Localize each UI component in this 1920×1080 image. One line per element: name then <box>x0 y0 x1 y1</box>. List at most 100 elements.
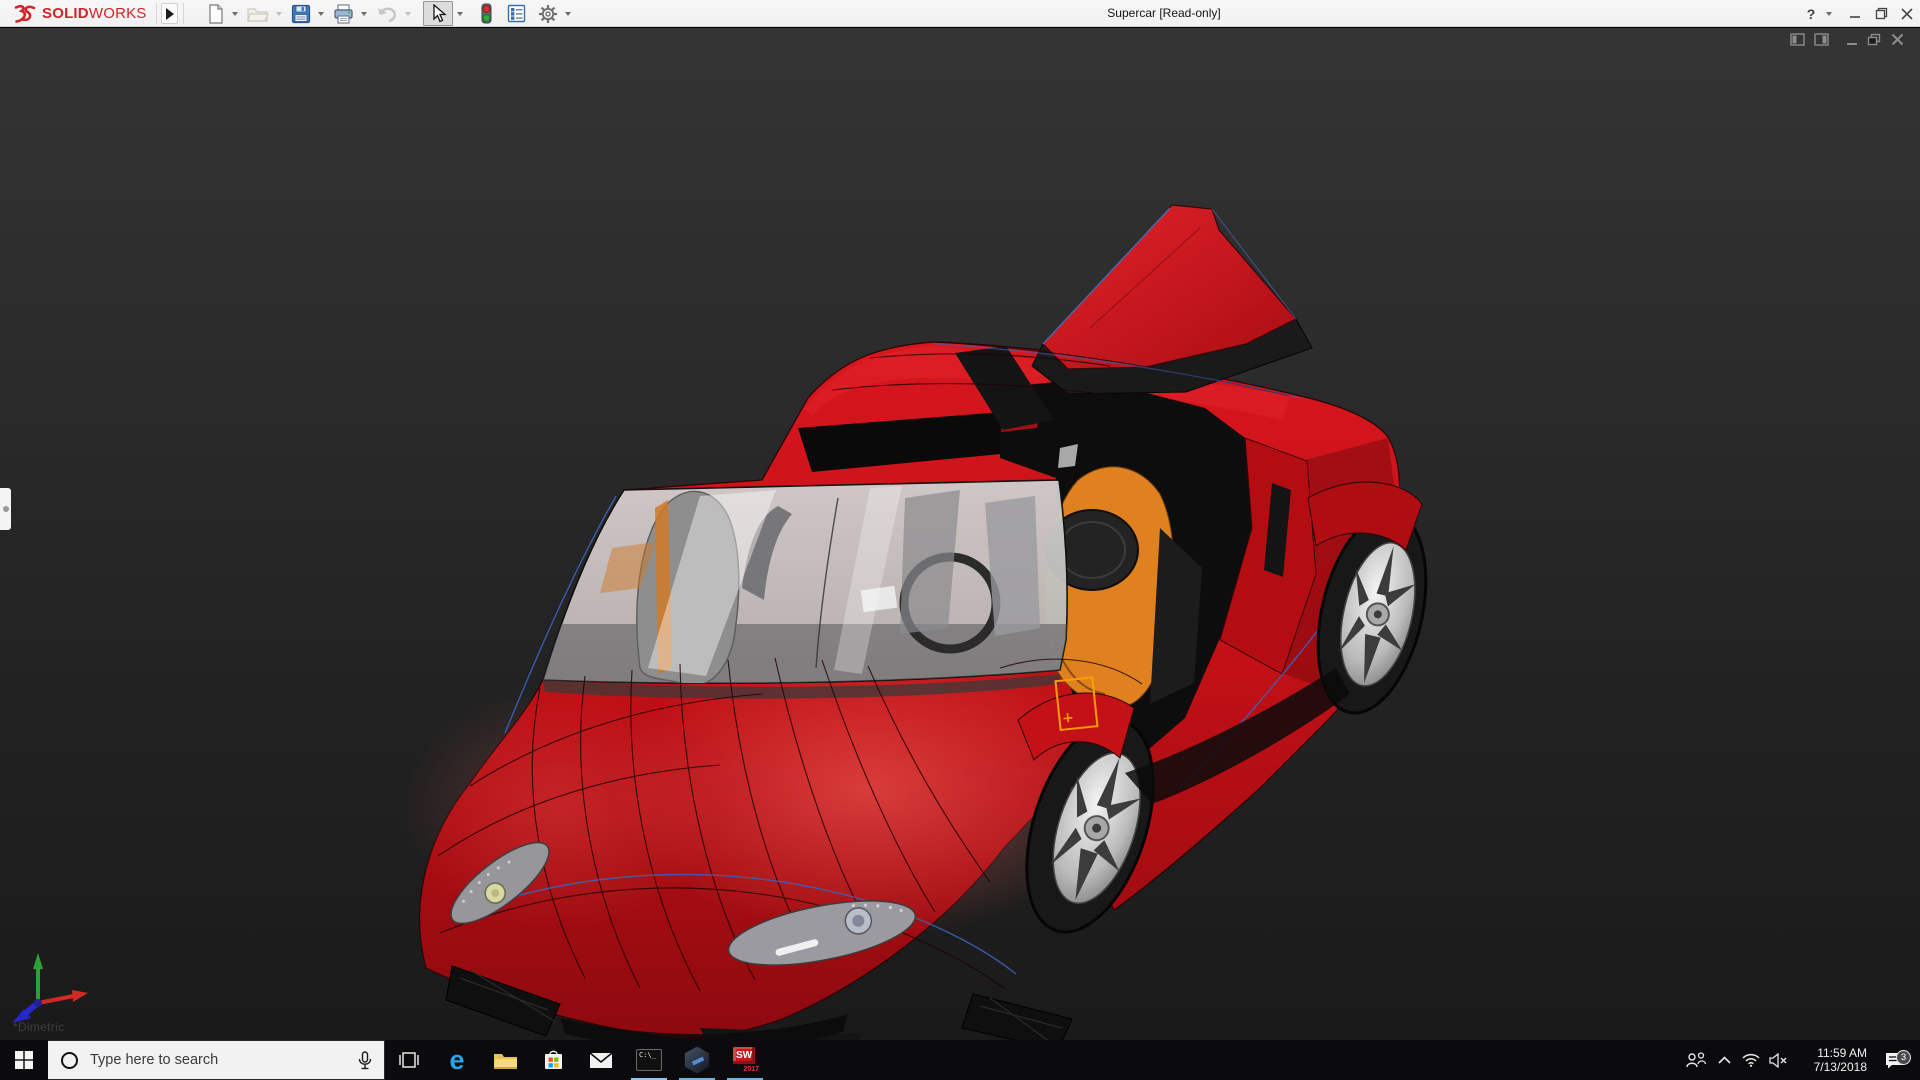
menu-flyout-button[interactable] <box>161 3 178 24</box>
view-orientation-label: *Dimetric <box>13 1020 64 1034</box>
print-icon <box>333 4 354 24</box>
document-window-controls <box>1790 33 1904 46</box>
new-document-icon <box>207 4 225 24</box>
volume-button[interactable] <box>1764 1053 1793 1068</box>
task-view-button[interactable] <box>385 1040 433 1080</box>
select-tool-button[interactable] <box>423 1 453 26</box>
brand-wordmark: SOLIDWORKS <box>42 5 147 22</box>
undo-arrow-icon <box>376 5 398 23</box>
edrawings-button[interactable] <box>673 1040 721 1080</box>
tray-overflow-button[interactable] <box>1711 1056 1737 1064</box>
new-document-dropdown[interactable] <box>232 12 238 16</box>
minimize-button[interactable] <box>1842 0 1868 27</box>
flyout-arrow-icon <box>166 8 174 20</box>
graphics-viewport[interactable]: *Dimetric <box>0 28 1920 1040</box>
brand-works: WORKS <box>89 5 147 22</box>
notification-badge: 3 <box>1896 1050 1911 1065</box>
save-dropdown[interactable] <box>318 12 324 16</box>
save-floppy-icon <box>291 4 311 24</box>
chevron-up-icon <box>1718 1056 1731 1064</box>
rebuild-traffic-light-icon <box>480 3 493 24</box>
people-icon <box>1685 1052 1707 1068</box>
edge-icon: e <box>449 1047 464 1074</box>
car-model[interactable] <box>0 28 1920 1040</box>
tab-grip-icon <box>3 506 9 512</box>
help-icon: ? <box>1807 6 1816 22</box>
mail-icon <box>589 1052 613 1069</box>
open-document-button[interactable] <box>244 1 272 26</box>
help-dropdown[interactable] <box>1826 12 1832 16</box>
options-gear-icon <box>538 4 558 24</box>
select-cursor-icon <box>430 4 447 23</box>
file-explorer-icon <box>493 1051 518 1070</box>
brand-solid: SOLID <box>42 5 89 22</box>
options-button[interactable] <box>535 1 561 26</box>
start-button[interactable] <box>0 1040 48 1080</box>
file-properties-icon <box>507 4 526 23</box>
restore-icon <box>1875 7 1888 20</box>
window-controls: ? <box>1798 0 1920 27</box>
tray-time: 11:59 AM <box>1801 1046 1867 1060</box>
grille-right <box>962 994 1072 1040</box>
edge-button[interactable]: e <box>433 1040 481 1080</box>
solidworks-icon: SW 2017 <box>732 1047 758 1073</box>
undo-dropdown[interactable] <box>405 12 411 16</box>
mail-button[interactable] <box>577 1040 625 1080</box>
close-button[interactable] <box>1894 0 1920 27</box>
action-center-button[interactable]: 3 <box>1873 1051 1915 1070</box>
doc-close-icon[interactable] <box>1891 33 1904 46</box>
sw-year-label: 2017 <box>742 1066 760 1073</box>
save-button[interactable] <box>288 1 314 26</box>
store-icon <box>543 1050 564 1071</box>
rebuild-button[interactable] <box>477 1 496 26</box>
taskbar-search[interactable] <box>48 1040 385 1080</box>
tray-date: 7/13/2018 <box>1801 1060 1867 1074</box>
command-prompt-button[interactable]: C:\_ <box>625 1040 673 1080</box>
help-button[interactable]: ? <box>1798 0 1824 27</box>
divider <box>156 3 157 24</box>
window-title: Supercar [Read-only] <box>1107 6 1220 20</box>
microphone-icon[interactable] <box>358 1051 372 1070</box>
system-tray: 11:59 AM 7/13/2018 3 <box>1681 1040 1920 1080</box>
new-document-button[interactable] <box>204 1 228 26</box>
wifi-icon <box>1742 1053 1760 1067</box>
task-view-icon <box>398 1051 420 1069</box>
search-input[interactable] <box>90 1052 346 1068</box>
sw-cube-icon: SW <box>733 1047 755 1064</box>
select-tool-dropdown[interactable] <box>457 12 463 16</box>
windows-taskbar: e C:\_ <box>0 1040 1920 1080</box>
windshield[interactable] <box>543 480 1073 699</box>
network-button[interactable] <box>1737 1053 1764 1067</box>
doc-minimize-icon[interactable] <box>1846 33 1858 46</box>
minimize-icon <box>1849 8 1861 20</box>
print-dropdown[interactable] <box>361 12 367 16</box>
feature-manager-collapsed-tab[interactable] <box>0 488 11 530</box>
pane-left-icon[interactable] <box>1790 33 1805 46</box>
fender-highlight <box>400 688 720 928</box>
taskbar-icons: e C:\_ <box>385 1040 769 1080</box>
file-properties-button[interactable] <box>504 1 529 26</box>
solidworks-logo: SOLIDWORKS <box>8 2 147 25</box>
open-folder-icon <box>247 5 269 23</box>
solidworks-2017-button[interactable]: SW 2017 <box>721 1040 769 1080</box>
pane-right-icon[interactable] <box>1814 33 1829 46</box>
print-button[interactable] <box>330 1 357 26</box>
people-button[interactable] <box>1681 1052 1711 1068</box>
clock[interactable]: 11:59 AM 7/13/2018 <box>1801 1046 1867 1074</box>
ds-logo-icon <box>8 3 38 25</box>
titlebar: SOLIDWORKS <box>0 0 1920 27</box>
restore-button[interactable] <box>1868 0 1894 27</box>
undo-button[interactable] <box>373 1 401 26</box>
file-explorer-button[interactable] <box>481 1040 529 1080</box>
reference-triad <box>0 923 110 1023</box>
divider <box>183 3 184 24</box>
open-document-dropdown[interactable] <box>276 12 282 16</box>
close-icon <box>1901 8 1913 20</box>
edrawings-icon <box>684 1047 711 1074</box>
options-dropdown[interactable] <box>565 12 571 16</box>
speaker-mute-icon <box>1769 1053 1788 1068</box>
command-prompt-icon: C:\_ <box>636 1049 662 1071</box>
windows-logo-icon <box>15 1051 33 1069</box>
doc-restore-icon[interactable] <box>1867 33 1882 46</box>
store-button[interactable] <box>529 1040 577 1080</box>
